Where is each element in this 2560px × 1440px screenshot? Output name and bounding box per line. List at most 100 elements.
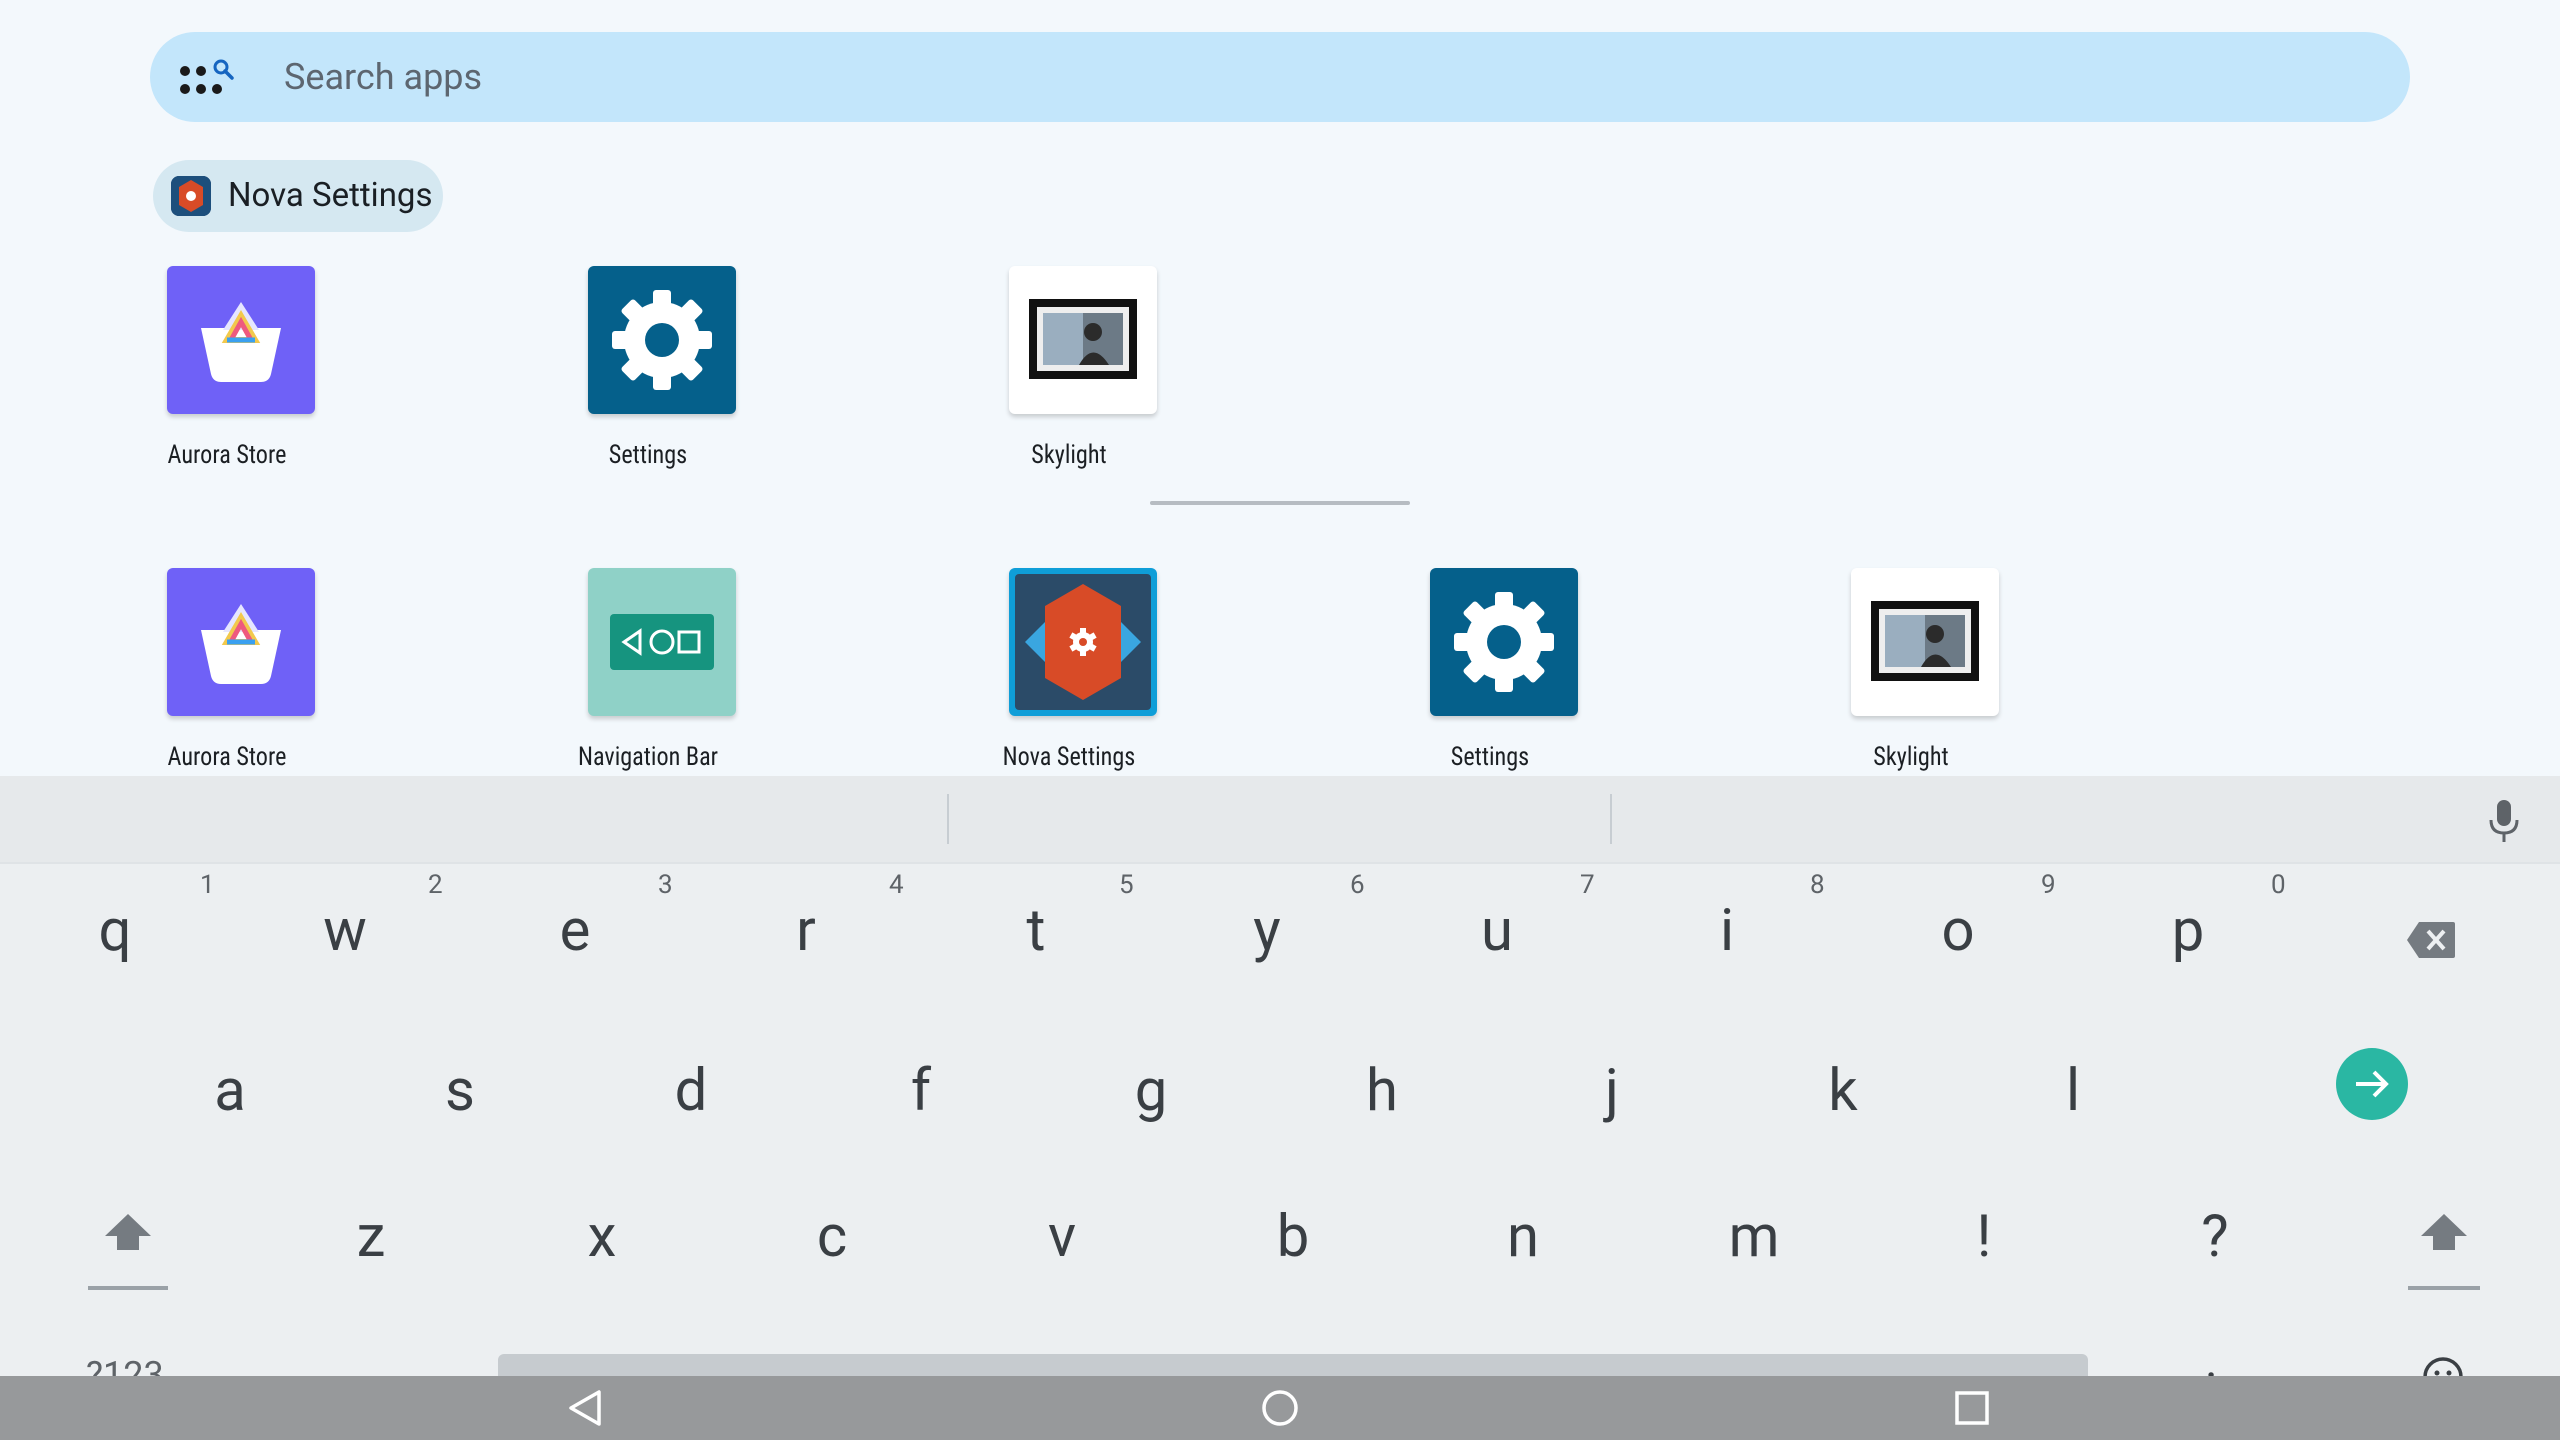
key-char: t xyxy=(1026,897,1046,965)
enter-button[interactable] xyxy=(2336,1048,2408,1120)
chip-label: Nova Settings xyxy=(228,176,433,215)
app-navigation-bar[interactable]: Navigation Bar xyxy=(523,568,773,798)
navigation-bar-icon xyxy=(588,568,736,716)
app-label: Skylight xyxy=(1031,440,1107,470)
app-skylight[interactable]: Skylight xyxy=(1786,568,2036,798)
app-label: Settings xyxy=(608,440,688,470)
key-o[interactable]: o9 xyxy=(1843,862,2073,1010)
app-label: Aurora Store xyxy=(167,742,287,772)
result-aurora-store[interactable]: Aurora Store xyxy=(102,266,352,496)
app-drawer-search-icon xyxy=(180,59,234,94)
app-label: Settings xyxy=(1450,742,1530,772)
shift-arrow-icon[interactable] xyxy=(103,1210,153,1254)
suggestion-strip xyxy=(0,776,2560,864)
key-char: ! xyxy=(1976,1203,1992,1271)
key-c[interactable]: c xyxy=(717,1156,947,1304)
settings-gear-icon xyxy=(588,266,736,414)
skylight-frame-icon xyxy=(1851,568,1999,716)
key-d[interactable]: d xyxy=(576,1010,806,1158)
shift-indicator xyxy=(88,1286,168,1290)
key-char: h xyxy=(1366,1057,1398,1125)
key-char: b xyxy=(1276,1203,1310,1271)
key-j[interactable]: j xyxy=(1497,1010,1727,1158)
key-char: ? xyxy=(2201,1203,2229,1271)
key-char: c xyxy=(816,1203,848,1271)
key-r[interactable]: r4 xyxy=(691,862,921,1010)
key-exclamation[interactable]: ! xyxy=(1869,1156,2099,1304)
shift-arrow-icon[interactable] xyxy=(2419,1210,2469,1254)
result-settings[interactable]: Settings xyxy=(523,266,773,496)
key-char: i xyxy=(1719,897,1735,965)
key-a[interactable]: a xyxy=(115,1010,345,1158)
key-q[interactable]: q1 xyxy=(0,862,230,1010)
key-x[interactable]: x xyxy=(487,1156,717,1304)
key-y[interactable]: y6 xyxy=(1152,862,1382,1010)
app-label: Nova Settings xyxy=(1002,742,1136,772)
key-i[interactable]: i8 xyxy=(1612,862,1842,1010)
recents-square-icon[interactable] xyxy=(1952,1388,1992,1428)
back-triangle-icon[interactable] xyxy=(565,1388,605,1428)
key-hint: 2 xyxy=(428,870,443,900)
microphone-icon[interactable] xyxy=(2486,798,2522,844)
key-b[interactable]: b xyxy=(1178,1156,1408,1304)
key-hint: 1 xyxy=(200,870,215,900)
search-input[interactable]: Search apps xyxy=(284,32,482,122)
suggestion-divider xyxy=(1610,794,1612,844)
key-char: d xyxy=(674,1057,708,1125)
app-aurora-store[interactable]: Aurora Store xyxy=(102,568,352,798)
key-char: n xyxy=(1506,1203,1540,1271)
home-circle-icon[interactable] xyxy=(1260,1388,1300,1428)
key-t[interactable]: t5 xyxy=(921,862,1151,1010)
key-char: u xyxy=(1481,897,1513,965)
key-hint: 3 xyxy=(658,870,673,900)
key-f[interactable]: f xyxy=(806,1010,1036,1158)
key-char: e xyxy=(559,897,591,965)
key-m[interactable]: m xyxy=(1639,1156,1869,1304)
search-bar[interactable]: Search apps xyxy=(150,32,2410,122)
key-hint: 7 xyxy=(1580,870,1595,900)
backspace-icon[interactable] xyxy=(2405,920,2457,960)
key-char: y xyxy=(1253,897,1281,965)
section-divider xyxy=(1150,501,1410,505)
skylight-frame-icon xyxy=(1009,266,1157,414)
key-char: v xyxy=(1047,1203,1077,1271)
suggestion-divider xyxy=(947,794,949,844)
key-hint: 6 xyxy=(1350,870,1365,900)
key-char: k xyxy=(1828,1057,1858,1125)
key-g[interactable]: g xyxy=(1036,1010,1266,1158)
key-k[interactable]: k xyxy=(1728,1010,1958,1158)
key-z[interactable]: z xyxy=(256,1156,486,1304)
key-char: z xyxy=(356,1203,386,1271)
key-char: f xyxy=(910,1057,932,1125)
suggestion-chip-nova-settings[interactable]: Nova Settings xyxy=(153,160,443,232)
app-settings[interactable]: Settings xyxy=(1365,568,1615,798)
key-hint: 8 xyxy=(1810,870,1825,900)
key-u[interactable]: u7 xyxy=(1382,862,1612,1010)
shift-indicator xyxy=(2408,1286,2480,1290)
key-w[interactable]: w2 xyxy=(230,862,460,1010)
key-hint: 4 xyxy=(889,870,904,900)
app-label: Skylight xyxy=(1873,742,1949,772)
key-n[interactable]: n xyxy=(1408,1156,1638,1304)
key-s[interactable]: s xyxy=(345,1010,575,1158)
key-p[interactable]: p0 xyxy=(2073,862,2303,1010)
app-nova-settings[interactable]: Nova Settings xyxy=(944,568,1194,798)
key-char: w xyxy=(323,897,367,965)
key-char: q xyxy=(98,897,132,965)
aurora-store-icon xyxy=(167,568,315,716)
result-skylight[interactable]: Skylight xyxy=(944,266,1194,496)
settings-gear-icon xyxy=(1430,568,1578,716)
key-char: m xyxy=(1728,1203,1780,1271)
app-label: Aurora Store xyxy=(167,440,287,470)
key-e[interactable]: e3 xyxy=(460,862,690,1010)
key-char: o xyxy=(1941,897,1975,965)
key-v[interactable]: v xyxy=(947,1156,1177,1304)
key-l[interactable]: l xyxy=(1958,1010,2188,1158)
key-hint: 9 xyxy=(2041,870,2056,900)
soft-keyboard: q1 w2 e3 r4 t5 y6 u7 i8 o9 p0 a s d f g … xyxy=(0,776,2560,1440)
system-navigation-bar xyxy=(0,1376,2560,1440)
key-h[interactable]: h xyxy=(1267,1010,1497,1158)
key-question[interactable]: ? xyxy=(2100,1156,2330,1304)
aurora-store-icon xyxy=(167,266,315,414)
key-hint: 5 xyxy=(1119,870,1134,900)
